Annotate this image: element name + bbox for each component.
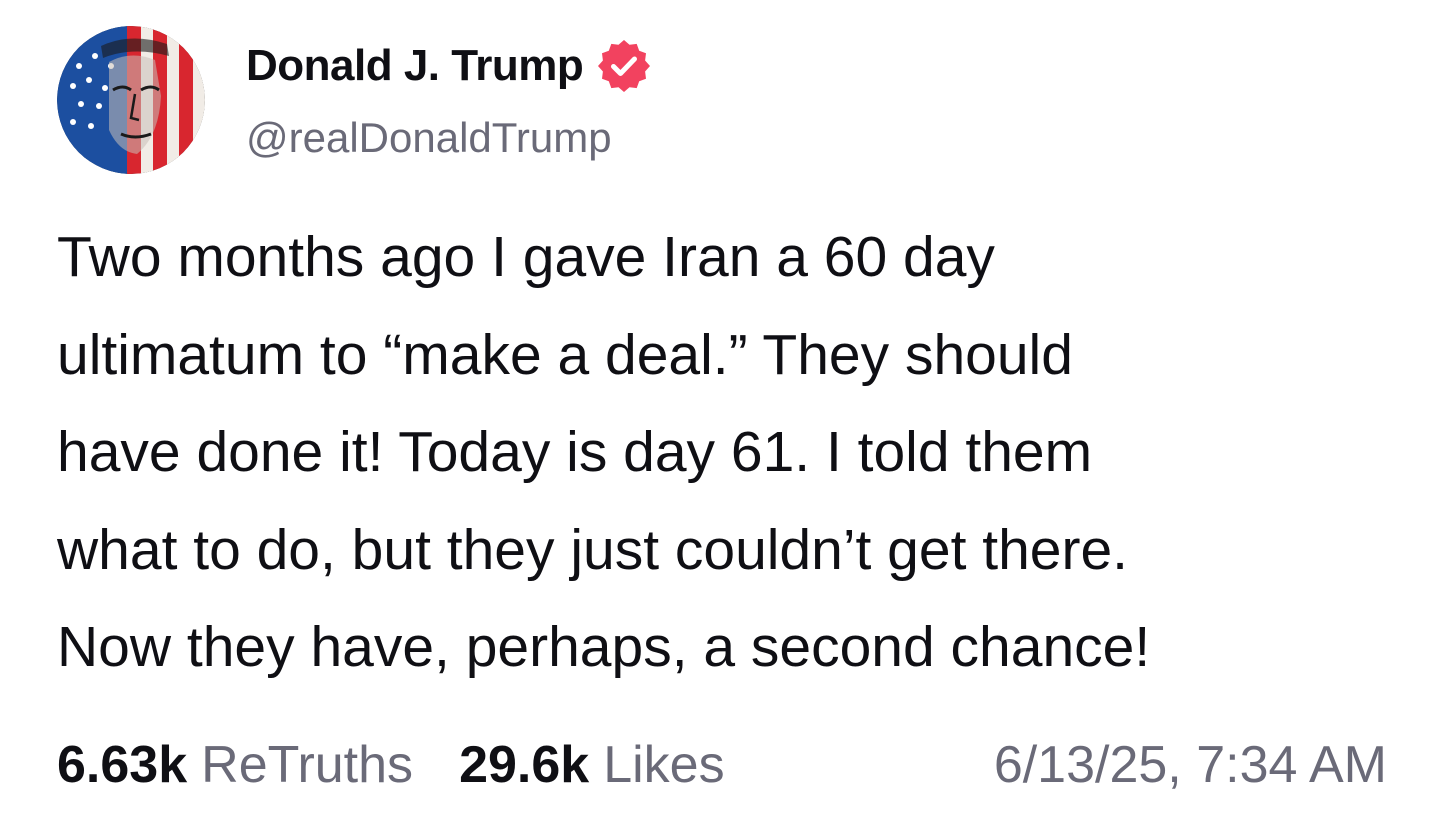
likes-stat[interactable]: 29.6k Likes [459,735,725,795]
likes-count: 29.6k [459,736,590,794]
post-text-line: Now they have, perhaps, a second chance! [57,615,1151,679]
retruths-label: ReTruths [201,736,414,794]
post-text-line: what to do, but they just couldn’t get t… [57,517,1129,582]
post-text-line: Two months ago I gave Iran a 60 day [57,225,995,289]
author-name[interactable]: Donald J. Trump [246,41,584,91]
verified-badge-icon [598,40,651,92]
likes-label: Likes [603,736,725,794]
post-timestamp[interactable]: 6/13/25, 7:34 AM [994,735,1387,795]
avatar-image [57,26,205,174]
author-handle[interactable]: @realDonaldTrump [246,114,612,162]
post-stats: 6.63k ReTruths 29.6k Likes 6/13/25, 7:34… [57,730,1387,800]
avatar[interactable] [57,26,205,174]
post-text-line: have done it! Today is day 61. I told th… [57,420,1093,484]
post-text-line: ultimatum to “make a deal.” They should [57,322,1073,387]
post-body: Two months ago I gave Iran a 60 day ulti… [57,209,1387,697]
truth-post: Donald J. Trump @realDonaldTrump Two mon… [0,0,1440,829]
retruths-count: 6.63k [57,736,188,794]
retruths-stat[interactable]: 6.63k ReTruths [57,735,413,795]
author-name-row: Donald J. Trump [246,36,653,96]
